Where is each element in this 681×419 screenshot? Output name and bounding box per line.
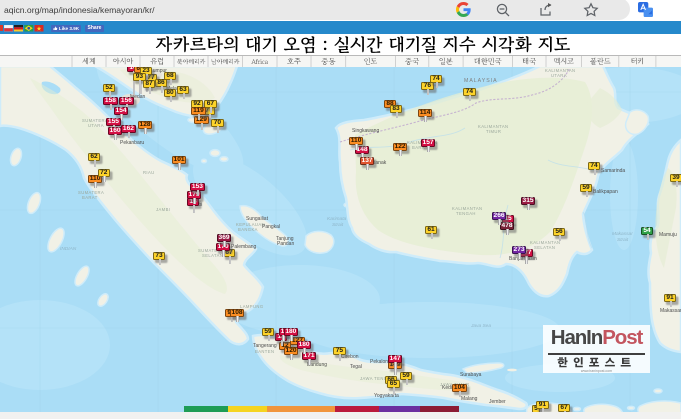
svg-text:UTARA: UTARA [551, 73, 567, 78]
svg-text:Karimata: Karimata [327, 216, 347, 222]
svg-text:Makassar: Makassar [660, 308, 681, 314]
svg-text:Pekanbaru: Pekanbaru [120, 140, 144, 146]
svg-text:LAMPUNG: LAMPUNG [240, 304, 264, 309]
svg-text:BANGKA: BANGKA [238, 227, 258, 232]
svg-text:Pandan: Pandan [277, 241, 294, 247]
svg-text:Samarinda: Samarinda [601, 168, 625, 174]
svg-text:BANTEN: BANTEN [255, 349, 274, 354]
svg-text:TENGAH: TENGAH [456, 211, 476, 216]
svg-text:Sungailiat: Sungailiat [246, 216, 269, 222]
svg-text:Makassar: Makassar [612, 231, 633, 237]
svg-text:Tangerang: Tangerang [253, 343, 277, 349]
svg-text:Malang: Malang [461, 396, 478, 402]
svg-text:Strait: Strait [332, 222, 344, 228]
svg-text:JAMBI: JAMBI [156, 207, 170, 212]
svg-text:Singkawang: Singkawang [352, 128, 379, 134]
svg-text:RIAU: RIAU [143, 170, 155, 175]
svg-text:UTARA: UTARA [88, 123, 104, 128]
svg-text:BARAT: BARAT [82, 195, 98, 200]
svg-text:TIMUR: TIMUR [486, 129, 501, 134]
svg-text:Strait: Strait [617, 237, 629, 243]
svg-text:MALAYSIA: MALAYSIA [464, 78, 498, 84]
svg-text:Java Sea: Java Sea [470, 323, 491, 329]
svg-text:INDIAN: INDIAN [60, 246, 77, 252]
svg-text:Balikpapan: Balikpapan [593, 189, 618, 195]
svg-text:Jember: Jember [489, 399, 506, 405]
svg-text:Tegal: Tegal [350, 364, 362, 370]
svg-text:SELATAN: SELATAN [534, 245, 555, 250]
svg-text:SELATAN: SELATAN [202, 253, 223, 258]
svg-text:Mamuju: Mamuju [659, 232, 677, 238]
svg-text:Surabaya: Surabaya [460, 372, 482, 378]
svg-text:Pangkal: Pangkal [262, 224, 280, 230]
